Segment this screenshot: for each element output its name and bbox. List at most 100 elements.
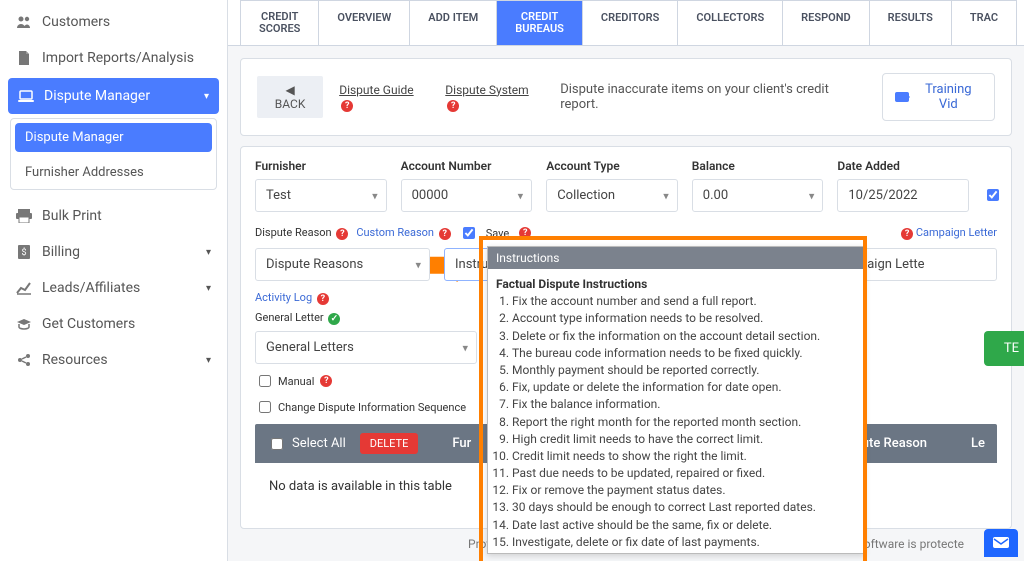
nav-label: Billing <box>42 244 80 260</box>
tab-respond[interactable]: RESPOND <box>783 0 870 45</box>
link-campaign-letter[interactable]: Campaign Letter <box>916 226 997 239</box>
ok-icon[interactable]: ✓ <box>328 313 340 325</box>
chat-icon[interactable] <box>984 529 1018 557</box>
help-icon[interactable]: ? <box>320 375 332 387</box>
input-date-added[interactable]: 10/25/2022 <box>837 179 969 212</box>
sidebar: Customers Import Reports/Analysis Disput… <box>0 0 228 561</box>
link-dispute-guide[interactable]: Dispute Guide ? <box>339 83 429 112</box>
dropdown-item[interactable]: Credit limit needs to show the right the… <box>512 448 856 464</box>
nav-label: Customers <box>42 14 110 30</box>
dropdown-item[interactable]: Investigate, delete or fix date of last … <box>512 534 856 550</box>
printer-icon <box>16 208 32 224</box>
nav-bulk-print[interactable]: Bulk Print <box>0 198 227 234</box>
chevron-down-icon: ▾ <box>204 91 209 102</box>
tab-trac[interactable]: TRAC <box>952 0 1017 45</box>
laptop-icon <box>18 88 34 104</box>
dropdown-item[interactable]: 30 days should be enough to correct Last… <box>512 499 856 515</box>
tab-overview[interactable]: OVERVIEW <box>319 0 410 45</box>
nav-label: Bulk Print <box>42 208 102 224</box>
select-balance[interactable]: 0.00 <box>692 179 824 212</box>
tab-add-item[interactable]: ADD ITEM <box>410 0 497 45</box>
instructions-dropdown[interactable]: Instructions Factual Dispute Instruction… <box>487 246 865 554</box>
label-date-added: Date Added <box>837 159 969 173</box>
help-icon[interactable]: ? <box>336 228 348 240</box>
info-bar: ◀ BACK Dispute Guide ? Dispute System ? … <box>240 58 1012 136</box>
select-account-type[interactable]: Collection <box>546 179 678 212</box>
chevron-down-icon: ▾ <box>206 355 211 366</box>
nav-customers[interactable]: Customers <box>0 4 227 40</box>
label-furnisher: Furnisher <box>255 159 387 173</box>
money-icon: $ <box>16 244 32 260</box>
dropdown-item[interactable]: Monthly payment should be reported corre… <box>512 362 856 378</box>
label-manual: Manual <box>278 375 314 388</box>
checkbox-manual[interactable] <box>259 375 271 387</box>
label-general-letter: General Letter <box>255 311 324 324</box>
nav-label: Get Customers <box>42 316 135 332</box>
select-dispute-reasons[interactable]: Dispute Reasons <box>255 248 430 281</box>
tab-creditors[interactable]: CREDITORS <box>583 0 678 45</box>
document-icon <box>16 50 32 66</box>
select-furnisher[interactable]: Test <box>255 179 387 212</box>
tab-collectors[interactable]: COLLECTORS <box>678 0 783 45</box>
chart-icon <box>16 280 32 296</box>
sub-nav-dispute: Dispute Manager Furnisher Addresses <box>10 118 217 190</box>
help-icon[interactable]: ? <box>447 100 459 112</box>
help-icon[interactable]: ? <box>901 228 913 240</box>
svg-text:$: $ <box>21 247 26 258</box>
sub-nav-label: Furnisher Addresses <box>25 165 144 180</box>
checkbox-save[interactable] <box>463 227 475 239</box>
col-le: Le <box>971 436 985 451</box>
dropdown-item[interactable]: Fix, update or delete the information fo… <box>512 379 856 395</box>
dropdown-item[interactable]: Fix the account number and send a full r… <box>512 293 856 309</box>
sub-nav-label: Dispute Manager <box>25 130 124 145</box>
nav-billing[interactable]: $ Billing ▾ <box>0 234 227 270</box>
help-icon[interactable]: ? <box>341 100 353 112</box>
save-button[interactable]: TE <box>984 331 1024 366</box>
help-icon[interactable]: ? <box>439 228 451 240</box>
chevron-down-icon: ▾ <box>206 283 211 294</box>
nav-resources[interactable]: Resources ▾ <box>0 342 227 378</box>
tab-bar: CREDITSCORES OVERVIEW ADD ITEM CREDITBUR… <box>228 0 1024 46</box>
select-account-number[interactable]: 00000 <box>401 179 533 212</box>
checkbox-select-all[interactable] <box>271 438 283 450</box>
dropdown-item[interactable]: Past due needs to be updated, repaired o… <box>512 465 856 481</box>
help-icon[interactable]: ? <box>317 293 329 305</box>
nav-label: Import Reports/Analysis <box>42 50 194 66</box>
label-dispute-reason: Dispute Reason ? <box>255 226 348 240</box>
dropdown-section-factual: Factual Dispute Instructions <box>496 277 856 291</box>
dropdown-item[interactable]: High credit limit needs to have the corr… <box>512 431 856 447</box>
nav-get-customers[interactable]: Get Customers <box>0 306 227 342</box>
label-account-number: Account Number <box>401 159 533 173</box>
checkbox-date-row[interactable] <box>987 189 999 201</box>
dropdown-item[interactable]: Fix the balance information. <box>512 396 856 412</box>
delete-button[interactable]: DELETE <box>360 433 419 454</box>
share-icon <box>16 352 32 368</box>
sub-nav-furnisher-addresses[interactable]: Furnisher Addresses <box>11 156 216 189</box>
label-account-type: Account Type <box>546 159 678 173</box>
dropdown-item[interactable]: Report the right month for the reported … <box>512 414 856 430</box>
nav-leads[interactable]: Leads/Affiliates ▾ <box>0 270 227 306</box>
select-general-letters[interactable]: General Letters <box>255 331 477 364</box>
tab-credit-scores[interactable]: CREDITSCORES <box>240 0 319 45</box>
nav-label: Leads/Affiliates <box>42 280 140 296</box>
main-content: CREDITSCORES OVERVIEW ADD ITEM CREDITBUR… <box>228 0 1024 561</box>
checkbox-change-sequence[interactable] <box>259 401 271 413</box>
dropdown-item[interactable]: Account type information needs to be res… <box>512 310 856 326</box>
nav-import-reports[interactable]: Import Reports/Analysis <box>0 40 227 76</box>
nav-label: Dispute Manager <box>44 88 150 104</box>
nav-dispute-manager[interactable]: Dispute Manager ▾ <box>8 78 219 114</box>
dropdown-item[interactable]: Date last active should be the same, fix… <box>512 517 856 533</box>
help-icon[interactable]: ? <box>519 227 531 239</box>
tab-results[interactable]: RESULTS <box>870 0 952 45</box>
sub-nav-dispute-manager[interactable]: Dispute Manager <box>15 123 212 152</box>
training-videos-button[interactable]: Training Vid <box>882 73 995 121</box>
users-icon <box>16 14 32 30</box>
dropdown-item[interactable]: The bureau code information needs to be … <box>512 345 856 361</box>
dropdown-item[interactable]: Fix or remove the payment status dates. <box>512 482 856 498</box>
back-button[interactable]: ◀ BACK <box>257 76 323 118</box>
link-dispute-system[interactable]: Dispute System ? <box>445 83 544 112</box>
link-custom-reason[interactable]: Custom Reason ? <box>356 226 450 240</box>
col-furnisher: Fur <box>452 436 471 451</box>
tab-credit-bureaus[interactable]: CREDITBUREAUS <box>497 0 583 45</box>
dropdown-item[interactable]: Delete or fix the information on the acc… <box>512 328 856 344</box>
